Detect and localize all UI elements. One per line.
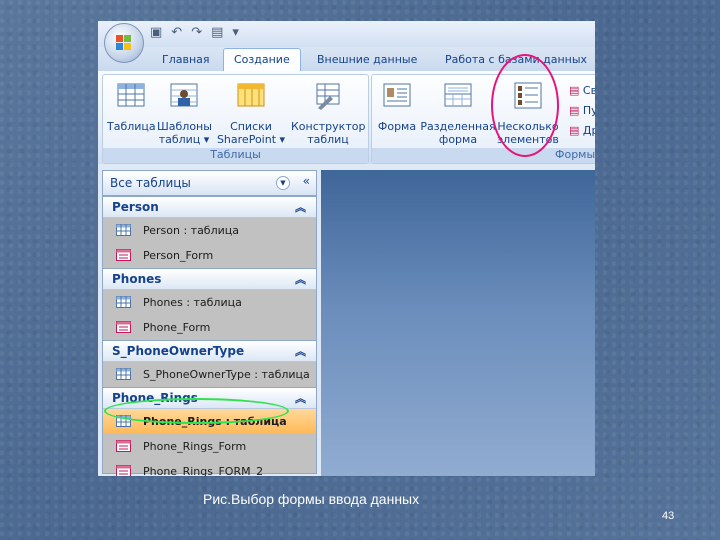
redo-icon[interactable]: ↷ (191, 25, 202, 40)
qat-dropdown-icon[interactable]: ▾ (232, 25, 239, 40)
table-design-label-1: Конструктор (291, 120, 366, 133)
group-tables-label: Таблицы (103, 148, 368, 163)
nav-item[interactable]: Phone_Rings_Form (103, 434, 316, 459)
nav-group-phones[interactable]: Phones ︽ (103, 268, 316, 290)
table-templates-label-2: таблиц ▾ (158, 133, 210, 146)
form-icon (383, 83, 411, 107)
sharepoint-lists-button[interactable]: Списки SharePoint ▾ (215, 81, 287, 146)
split-form-button[interactable]: Разделенная форма (420, 81, 496, 146)
form-label: Форма (377, 120, 417, 133)
group-tables: Таблица Шаблоны таблиц ▾ Списки SharePoi… (102, 74, 369, 164)
nav-item[interactable]: S_PhoneOwnerType : таблица (103, 362, 316, 387)
nav-item-label: Phone_Form (143, 321, 211, 334)
access-window: ▣ ↶ ↷ ▤ ▾ Главная Создание Внешние данны… (98, 21, 595, 476)
forms-side-column: ▤ Св ▤ Пу ▤ Др (569, 81, 595, 141)
undo-icon[interactable]: ↶ (171, 25, 182, 40)
form-button[interactable]: Форма (376, 81, 418, 133)
form-object-icon (116, 465, 131, 476)
table-design-icon (316, 83, 340, 110)
nav-item[interactable]: Phone_Form (103, 315, 316, 340)
page-number: 43 (662, 510, 675, 522)
nav-title: Все таблицы (110, 176, 191, 190)
table-design-button[interactable]: Конструктор таблиц (291, 81, 365, 146)
nav-group-s-phoneownertype-label: S_PhoneOwnerType (112, 344, 245, 358)
collapse-group-icon[interactable]: ︽ (295, 343, 306, 359)
magenta-highlight-ellipse (491, 54, 559, 157)
nav-group-person[interactable]: Person ︽ (103, 196, 316, 218)
table-templates-label-1: Шаблоны (157, 120, 212, 133)
chevron-down-icon[interactable]: ▼ (276, 176, 290, 190)
office-button[interactable] (104, 23, 144, 63)
nav-item[interactable]: Person : таблица (103, 218, 316, 243)
nav-item-label: Phones : таблица (143, 296, 242, 309)
form-object-icon (116, 249, 131, 261)
nav-item[interactable]: Phones : таблица (103, 290, 316, 315)
tab-home[interactable]: Главная (162, 53, 210, 66)
blank-form-item[interactable]: ▤ Пу (569, 101, 595, 121)
table-templates-button[interactable]: Шаблоны таблиц ▾ (157, 81, 212, 146)
nav-item-label: Phone_Rings_Form (143, 440, 247, 453)
tab-external-data[interactable]: Внешние данные (317, 53, 417, 66)
nav-group-s-phoneownertype[interactable]: S_PhoneOwnerType ︽ (103, 340, 316, 362)
table-button[interactable]: Таблица (107, 81, 156, 133)
nav-item-label: S_PhoneOwnerType : таблица (143, 368, 310, 381)
table-object-icon (116, 224, 131, 236)
figure-caption: Рис.Выбор формы ввода данных (203, 491, 420, 507)
nav-group-person-label: Person (112, 200, 159, 214)
nav-item[interactable]: Person_Form (103, 243, 316, 268)
form-object-icon (116, 321, 131, 333)
side-item-1: Св (582, 84, 595, 97)
sharepoint-label-2: SharePoint ▾ (216, 133, 286, 146)
save-icon[interactable]: ▣ (150, 25, 162, 40)
nav-item[interactable]: Phone_Rings_FORM_2 (103, 459, 316, 476)
split-form-icon (444, 83, 472, 107)
forms-label-text: Формы (555, 148, 595, 161)
split-form-label-2: форма (438, 133, 478, 146)
office-logo-icon (116, 35, 132, 51)
more-forms-item[interactable]: ▤ Др (569, 121, 595, 141)
group-forms: Форма Разделенная форма Несколько элемен… (371, 74, 595, 164)
side-item-2: Пу (582, 104, 595, 117)
table-templates-icon (170, 83, 198, 107)
side-item-3: Др (582, 124, 595, 137)
sharepoint-lists-icon (237, 83, 265, 107)
table-label: Таблица (107, 120, 156, 133)
workspace-area (321, 170, 595, 476)
nav-header[interactable]: Все таблицы ▼ « (103, 171, 316, 196)
form-object-icon (116, 440, 131, 452)
green-highlight-ellipse (104, 398, 289, 424)
qat-icons: ▣ ↶ ↷ ▤ ▾ (150, 25, 239, 40)
customize-icon[interactable]: ▤ (211, 25, 223, 40)
group-forms-label: Формы (372, 148, 595, 163)
nav-item-label: Phone_Rings_FORM_2 (143, 465, 264, 476)
tab-create[interactable]: Создание (223, 48, 301, 71)
sharepoint-label-1: Списки (230, 120, 272, 133)
nav-item-label: Person_Form (143, 249, 214, 262)
navigation-pane: Все таблицы ▼ « Person ︽ Person : таблиц… (102, 170, 317, 476)
table-object-icon (116, 368, 131, 380)
nav-item-label: Person : таблица (143, 224, 240, 237)
table-object-icon (116, 296, 131, 308)
split-form-label-1: Разделенная (420, 120, 496, 133)
quick-access-toolbar: ▣ ↶ ↷ ▤ ▾ (98, 21, 595, 47)
nav-group-phones-label: Phones (112, 272, 162, 286)
collapse-group-icon[interactable]: ︽ (295, 271, 306, 287)
table-icon (117, 83, 145, 107)
collapse-group-icon[interactable]: ︽ (295, 390, 306, 406)
collapse-group-icon[interactable]: ︽ (295, 199, 306, 215)
table-design-label-2: таблиц (307, 133, 349, 146)
form-chart-item[interactable]: ▤ Св (569, 81, 595, 101)
collapse-pane-icon[interactable]: « (303, 174, 310, 188)
